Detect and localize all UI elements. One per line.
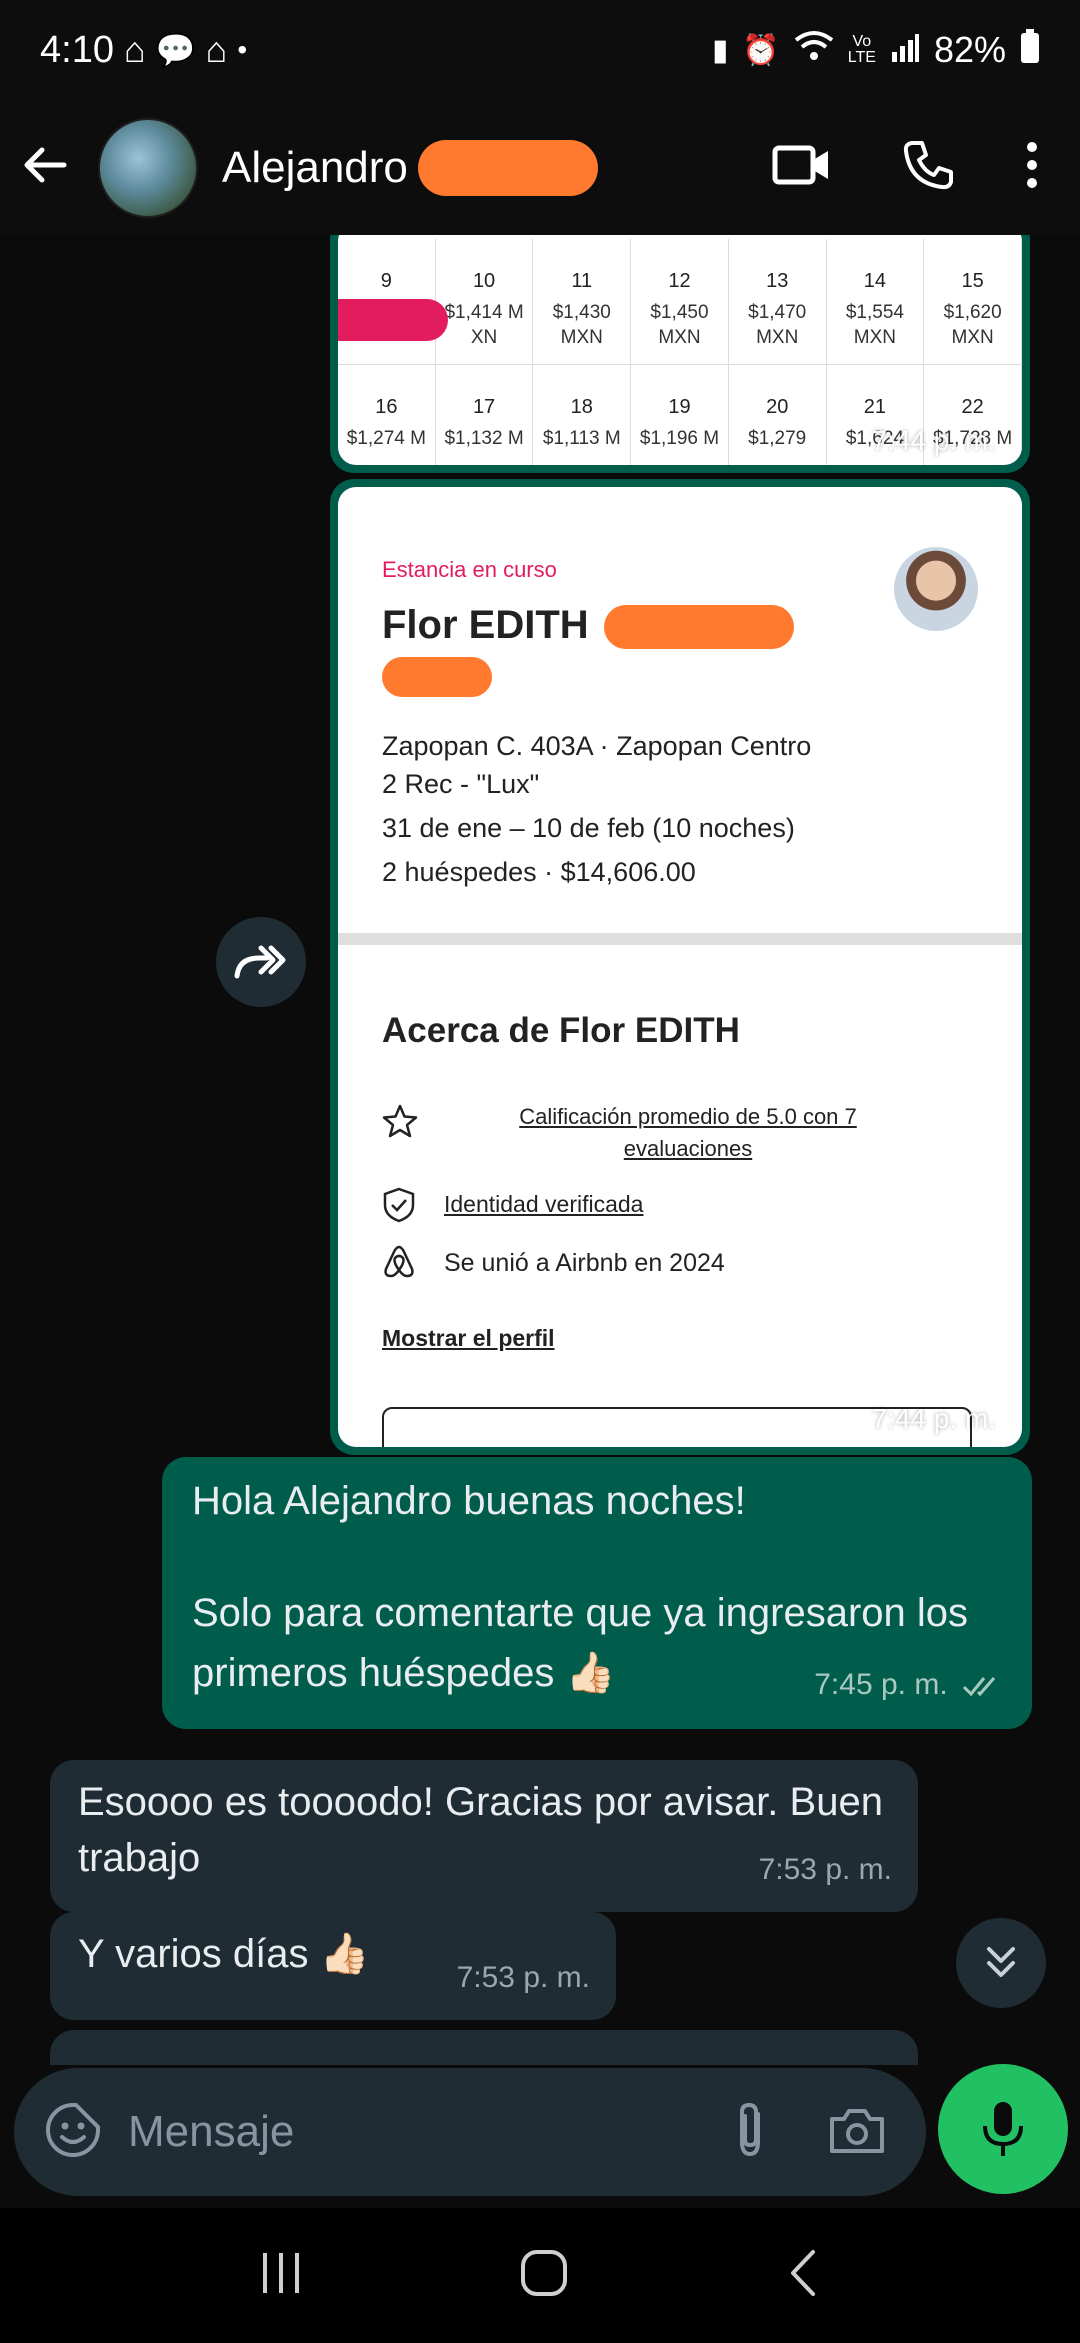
divider bbox=[338, 933, 1022, 945]
calendar-cell: 17 $1,132 M bbox=[436, 365, 534, 465]
message-composer bbox=[14, 2068, 926, 2196]
video-call-icon[interactable] bbox=[772, 143, 832, 192]
calendar-image: 9 10 $1,414 M XN 11 $1,430 MXN 12 $1,450 MXN 1… bbox=[338, 235, 1022, 465]
shield-icon bbox=[382, 1187, 416, 1228]
stay-card-image: Estancia en curso Flor EDITH Zapopan C. … bbox=[338, 487, 1022, 1447]
selected-range-bar bbox=[338, 299, 448, 341]
host-avatar bbox=[894, 547, 978, 631]
about-title: Acerca de Flor EDITH bbox=[382, 1011, 740, 1050]
message-time: 7:53 p. m. bbox=[758, 1853, 892, 1886]
mic-icon bbox=[983, 2102, 1023, 2156]
identity-verified: Identidad verificada bbox=[444, 1191, 644, 1217]
calendar-cell: 14 $1,554 MXN bbox=[826, 239, 925, 365]
forward-icon bbox=[234, 945, 286, 979]
calendar-cell: 15 $1,620 MXN bbox=[924, 239, 1022, 365]
host-name: Flor EDITH bbox=[382, 603, 794, 650]
home-icon: ⌂ bbox=[123, 29, 146, 70]
rating-link: Calificación promedio de 5.0 con 7 evalu… bbox=[519, 1104, 857, 1161]
battery-saver-icon: ▮ bbox=[711, 33, 729, 67]
message-time: 7:44 p. m. bbox=[871, 1403, 996, 1434]
redaction-mark bbox=[382, 657, 492, 697]
calendar-cell: 13 $1,470 MXN bbox=[728, 239, 827, 365]
mic-button[interactable] bbox=[938, 2064, 1068, 2194]
chevron-double-down-icon bbox=[987, 1947, 1015, 1977]
stay-dates: 31 de ene – 10 de feb (10 noches) bbox=[382, 813, 795, 843]
stay-guests: 2 huéspedes · $14,606.00 bbox=[382, 857, 696, 887]
battery-percent: 82% bbox=[933, 29, 1006, 70]
message-time: 7:44 p. m. bbox=[871, 425, 996, 456]
attach-icon[interactable] bbox=[730, 2100, 770, 2165]
wifi-icon bbox=[794, 29, 834, 71]
stay-card-image-message[interactable]: Estancia en curso Flor EDITH Zapopan C. … bbox=[330, 479, 1030, 1455]
outgoing-message[interactable]: Hola Alejandro buenas noches! Solo para … bbox=[162, 1457, 1032, 1729]
avatar[interactable] bbox=[98, 117, 198, 218]
battery-icon bbox=[1020, 28, 1040, 72]
stay-unit: 2 Rec - "Lux" bbox=[382, 769, 540, 799]
redaction-mark bbox=[603, 605, 794, 650]
calendar-cell: 9 bbox=[338, 239, 448, 365]
volte-icon: Vo LTE bbox=[847, 33, 876, 66]
message-input[interactable] bbox=[128, 2107, 648, 2157]
chat-icon: 💬 bbox=[155, 32, 196, 68]
recent-apps-icon[interactable] bbox=[257, 2251, 305, 2300]
double-check-icon bbox=[962, 1677, 996, 1697]
contact-name[interactable]: Alejandro bbox=[222, 143, 408, 193]
more-options-icon[interactable] bbox=[1024, 140, 1040, 195]
home-icon-2: ⌂ bbox=[205, 29, 228, 70]
redaction-mark bbox=[417, 139, 598, 196]
incoming-message[interactable]: Y varios días 👍🏻 7:53 p. m. bbox=[50, 1912, 616, 2020]
calendar-cell: 12 $1,450 MXN bbox=[631, 239, 729, 365]
chat-header: Alejandro bbox=[0, 100, 1080, 235]
calendar-cell: 10 $1,414 M XN bbox=[435, 239, 534, 365]
incoming-message[interactable]: Esoooo es toooodo! Gracias por avisar. B… bbox=[50, 1760, 918, 1912]
joined-text: Se unió a Airbnb en 2024 bbox=[444, 1249, 725, 1277]
forward-button[interactable] bbox=[216, 917, 306, 1007]
camera-icon[interactable] bbox=[828, 2105, 886, 2160]
scroll-to-bottom-button[interactable] bbox=[956, 1918, 1046, 2008]
calendar-image-message[interactable]: 9 10 $1,414 M XN 11 $1,430 MXN 12 $1,450 MXN 1… bbox=[330, 235, 1030, 473]
back-arrow-icon[interactable] bbox=[20, 140, 70, 195]
message-text: Hola Alejandro buenas noches! bbox=[192, 1479, 746, 1523]
alarm-icon: ⏰ bbox=[742, 33, 780, 67]
show-profile-link: Mostrar el perfil bbox=[382, 1325, 555, 1351]
calendar-cell: 18 $1,113 M bbox=[533, 365, 632, 465]
message-time: 7:53 p. m. bbox=[456, 1961, 590, 1994]
star-icon bbox=[382, 1103, 418, 1144]
status-bar: 4:10 ⌂ 💬 ⌂ • ▮ ⏰ Vo LTE 82% bbox=[0, 0, 1080, 100]
status-time: 4:10 bbox=[40, 28, 114, 71]
stay-address: Zapopan C. 403A · Zapopan Centro bbox=[382, 731, 812, 761]
calendar-cell: 16 $1,274 M bbox=[338, 365, 436, 465]
back-button-icon[interactable] bbox=[783, 2248, 823, 2303]
stay-label: Estancia en curso bbox=[382, 557, 557, 582]
dot-icon: • bbox=[237, 34, 248, 65]
calendar-cell: 11 $1,430 MXN bbox=[533, 239, 632, 365]
signal-icon bbox=[890, 29, 920, 71]
incoming-message-partial[interactable] bbox=[50, 2030, 918, 2065]
phone-call-icon[interactable] bbox=[902, 139, 954, 196]
sticker-icon[interactable] bbox=[44, 2101, 102, 2164]
message-time: 7:45 p. m. bbox=[814, 1655, 1006, 1715]
calendar-cell: 20 $1,279 bbox=[729, 365, 827, 465]
airbnb-logo-icon bbox=[382, 1243, 416, 1284]
calendar-cell: 19 $1,196 M bbox=[631, 365, 729, 465]
chat-area[interactable]: 9 10 $1,414 M XN 11 $1,430 MXN 12 $1,450 MXN 1… bbox=[0, 235, 1080, 2065]
system-nav-bar bbox=[0, 2208, 1080, 2343]
home-button-icon[interactable] bbox=[519, 2248, 569, 2303]
